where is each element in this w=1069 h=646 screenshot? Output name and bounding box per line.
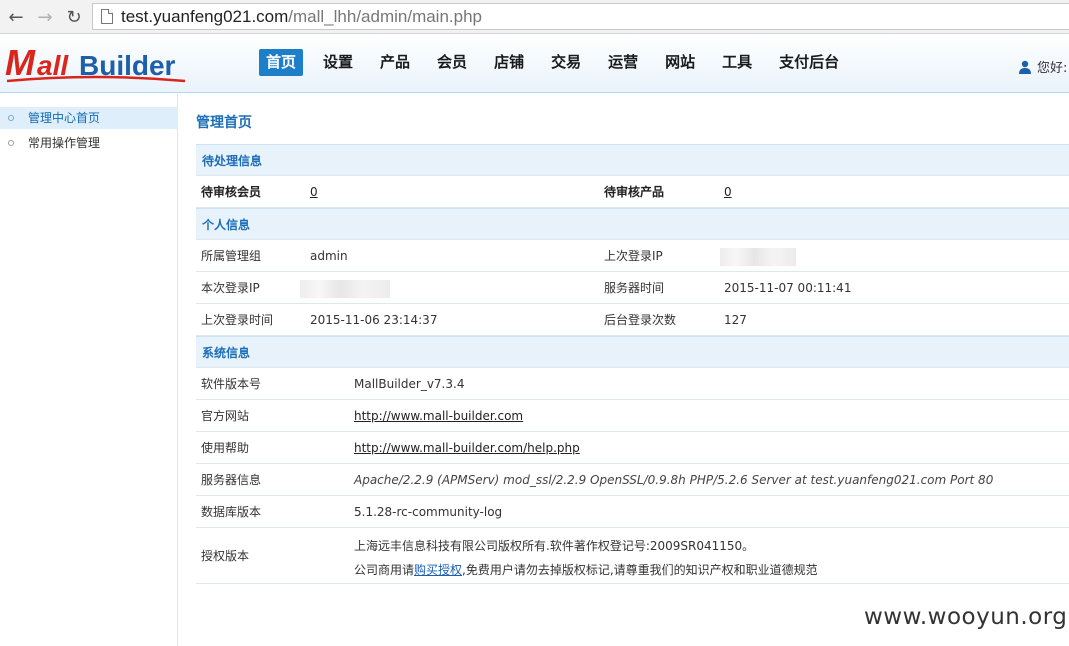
watermark: www.wooyun.org [864, 604, 1068, 630]
sidebar: 管理中心首页 常用操作管理 [0, 94, 178, 646]
current-login-ip-label: 本次登录IP [201, 281, 260, 295]
bullet-icon [8, 115, 14, 121]
nav-shops[interactable]: 店铺 [487, 49, 531, 76]
user-greeting: 您好: [1037, 61, 1068, 76]
nav-tools[interactable]: 工具 [715, 49, 759, 76]
table-row: 软件版本号 MallBuilder_v7.3.4 [196, 368, 1069, 400]
license-label: 授权版本 [201, 549, 250, 563]
license-notice-suffix: ,免费用户请勿去掉版权标记,请尊重我们的知识产权和职业道德规范 [462, 563, 818, 577]
table-row: 上次登录时间 2015-11-06 23:14:37 后台登录次数 127 [196, 304, 1069, 336]
license-notice: 公司商用请购买授权,免费用户请勿去掉版权标记,请尊重我们的知识产权和职业道德规范 [354, 561, 818, 578]
nav-website[interactable]: 网站 [658, 49, 702, 76]
license-text: 上海远丰信息科技有限公司版权所有.软件著作权登记号:2009SR041150。 [354, 539, 755, 553]
user-icon [1019, 60, 1031, 74]
section-heading: 待处理信息 [202, 154, 263, 168]
admin-group-value: admin [310, 249, 348, 263]
main-nav: 首页 设置 产品 会员 店铺 交易 运营 网站 工具 支付后台 [259, 49, 859, 76]
nav-payment-backend[interactable]: 支付后台 [772, 49, 846, 76]
current-login-ip-redacted [300, 272, 390, 304]
nav-settings[interactable]: 设置 [316, 49, 360, 76]
page-title: 管理首页 [196, 115, 252, 131]
table-row: 本次登录IP 服务器时间 2015-11-07 00:11:41 [196, 272, 1069, 304]
server-time-value: 2015-11-07 00:11:41 [724, 281, 852, 295]
license-notice-prefix: 公司商用请 [354, 563, 415, 577]
sidebar-item-label: 常用操作管理 [28, 136, 101, 150]
db-version-label: 数据库版本 [201, 505, 262, 519]
table-row: 使用帮助 http://www.mall-builder.com/help.ph… [196, 432, 1069, 464]
pending-products-count[interactable]: 0 [724, 176, 732, 208]
buy-license-link[interactable]: 购买授权 [414, 563, 462, 577]
official-site-label: 官方网站 [201, 409, 250, 423]
admin-group-label: 所属管理组 [201, 249, 262, 263]
server-time-label: 服务器时间 [604, 281, 665, 295]
server-info-value: Apache/2.2.9 (APMServ) mod_ssl/2.2.9 Ope… [354, 473, 994, 487]
official-site-link[interactable]: http://www.mall-builder.com [354, 400, 523, 432]
reload-icon[interactable]: ↻ [63, 6, 85, 28]
section-personal: 个人信息 [196, 208, 1069, 240]
nav-home[interactable]: 首页 [259, 49, 304, 76]
last-login-ip-label: 上次登录IP [604, 249, 663, 263]
sidebar-item-common-ops[interactable]: 常用操作管理 [0, 132, 178, 154]
login-count-label: 后台登录次数 [604, 313, 677, 327]
mallbuilder-logo[interactable]: M all Builder [5, 42, 187, 85]
section-heading: 个人信息 [202, 218, 251, 232]
section-heading: 系统信息 [202, 346, 251, 360]
pending-products-label: 待审核产品 [604, 185, 665, 199]
back-arrow-icon[interactable]: ← [5, 6, 27, 28]
help-link[interactable]: http://www.mall-builder.com/help.php [354, 432, 580, 464]
login-count-value: 127 [724, 313, 747, 327]
nav-operations[interactable]: 运营 [601, 49, 645, 76]
url-host: test.yuanfeng021.com [121, 6, 289, 26]
last-login-time-value: 2015-11-06 23:14:37 [310, 313, 438, 327]
table-row: 数据库版本 5.1.28-rc-community-log [196, 496, 1069, 528]
browser-toolbar: ← → ↻ test.yuanfeng021.com/mall_lhh/admi… [0, 0, 1069, 34]
page-icon [101, 9, 113, 24]
user-area[interactable]: 您好: [1018, 57, 1067, 76]
table-row: 官方网站 http://www.mall-builder.com [196, 400, 1069, 432]
forward-arrow-icon[interactable]: → [34, 6, 56, 28]
url-path: /mall_lhh/admin/main.php [288, 6, 482, 26]
pending-members-label: 待审核会员 [201, 185, 262, 199]
help-label: 使用帮助 [201, 441, 250, 455]
section-system: 系统信息 [196, 336, 1069, 368]
table-row: 服务器信息 Apache/2.2.9 (APMServ) mod_ssl/2.2… [196, 464, 1069, 496]
app-header: M all Builder 首页 设置 产品 会员 店铺 交易 运营 网站 工具… [0, 34, 1069, 93]
sidebar-item-admin-home[interactable]: 管理中心首页 [0, 107, 178, 129]
section-pending: 待处理信息 [196, 144, 1069, 176]
logo-letter-m: M [5, 43, 36, 83]
nav-products[interactable]: 产品 [373, 49, 417, 76]
table-row: 所属管理组 admin 上次登录IP [196, 240, 1069, 272]
last-login-ip-redacted [720, 240, 796, 272]
nav-members[interactable]: 会员 [430, 49, 474, 76]
last-login-time-label: 上次登录时间 [201, 313, 274, 327]
address-bar[interactable]: test.yuanfeng021.com/mall_lhh/admin/main… [92, 3, 1069, 30]
db-version-value: 5.1.28-rc-community-log [354, 505, 503, 519]
server-info-label: 服务器信息 [201, 473, 262, 487]
nav-trade[interactable]: 交易 [544, 49, 588, 76]
bullet-icon [8, 140, 14, 146]
table-row: 待审核会员 0 待审核产品 0 [196, 176, 1069, 208]
pending-members-count[interactable]: 0 [310, 176, 318, 208]
table-row: 授权版本 上海远丰信息科技有限公司版权所有.软件著作权登记号:2009SR041… [196, 528, 1069, 584]
software-version-value: MallBuilder_v7.3.4 [354, 377, 465, 391]
software-version-label: 软件版本号 [201, 377, 262, 391]
sidebar-item-label: 管理中心首页 [28, 111, 101, 125]
